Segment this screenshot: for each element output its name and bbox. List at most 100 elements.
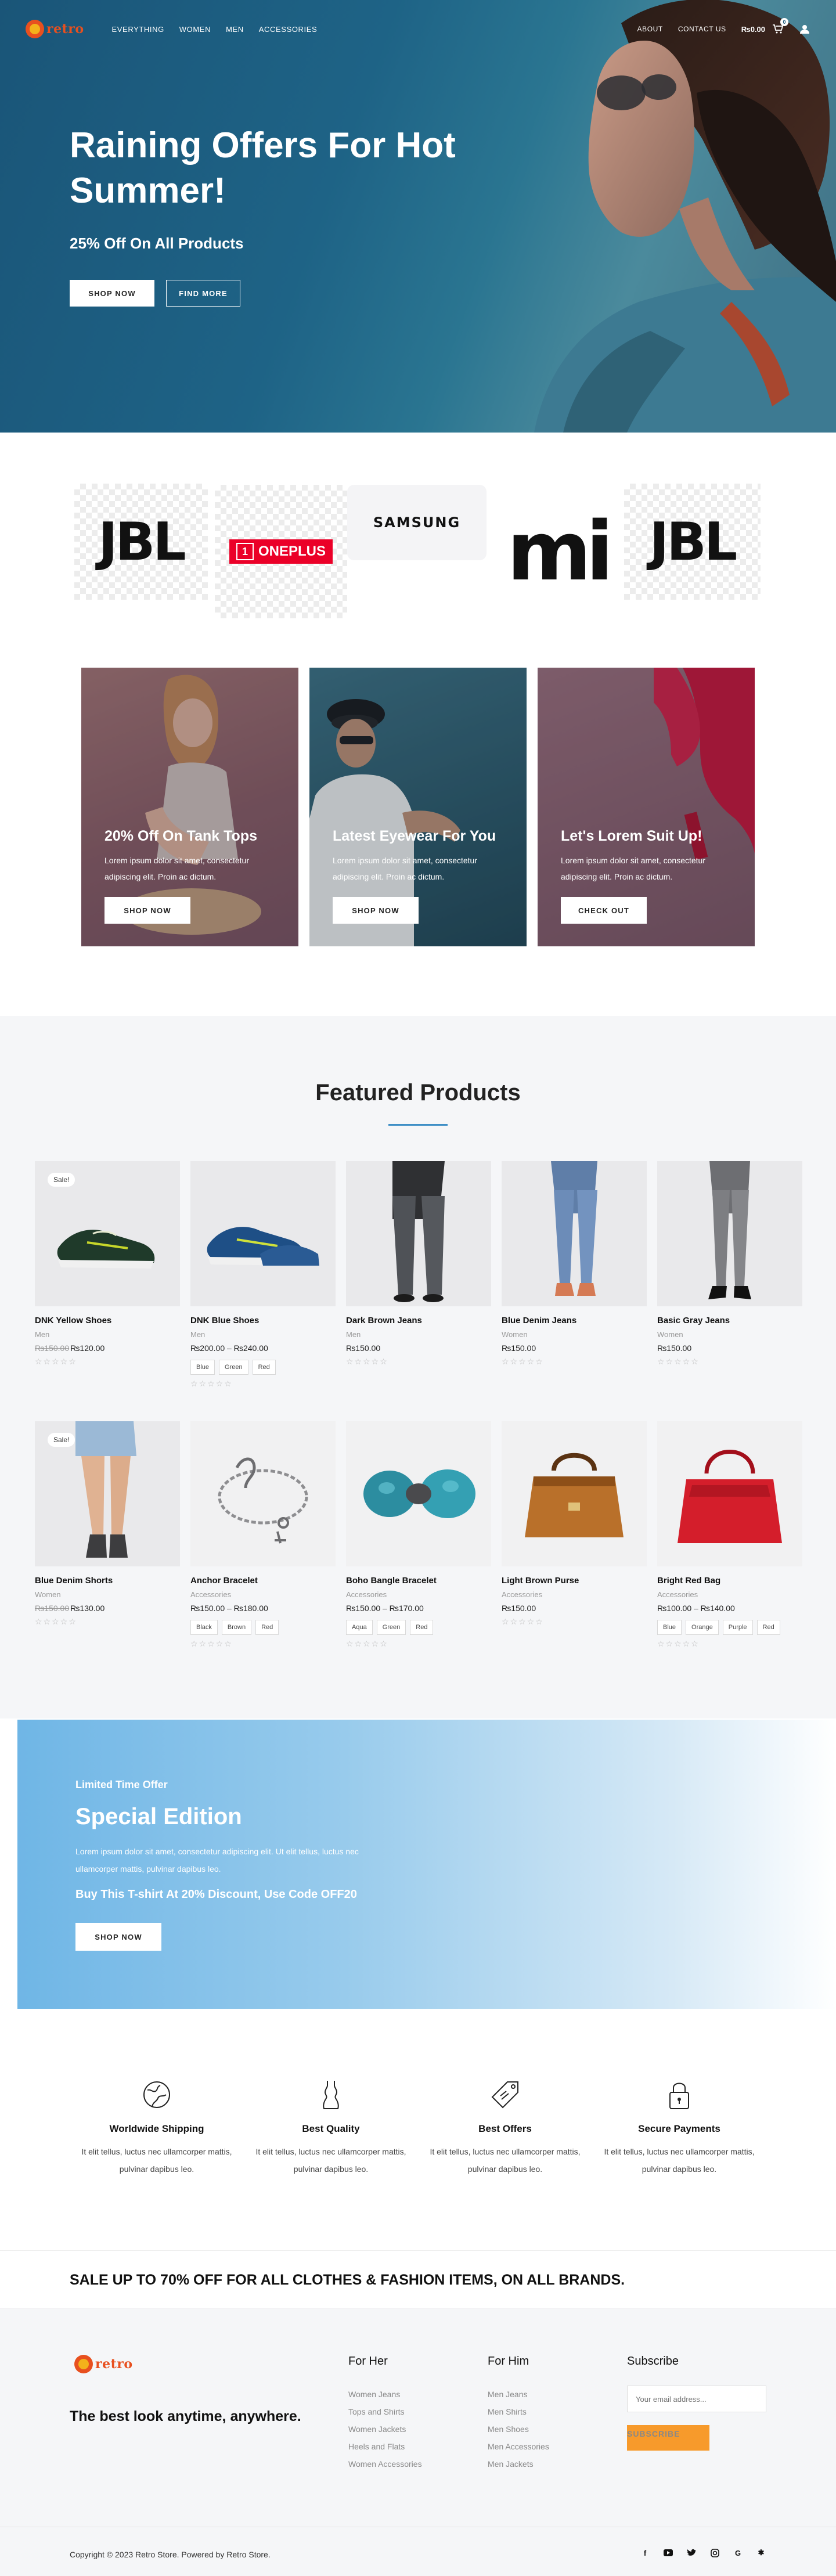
product-card[interactable]: Sale! Blue Denim Shorts Women ₨150.00 ₨13… [35,1421,180,1626]
hero-find-more-button[interactable]: FIND MORE [166,280,240,307]
product-name[interactable]: Anchor Bracelet [190,1576,336,1586]
facebook-icon[interactable]: f [640,2548,650,2558]
twitter-icon[interactable] [686,2548,697,2558]
brand-mi[interactable]: mi [493,485,621,618]
footer-logo[interactable]: retro [74,2355,133,2373]
product-image[interactable] [346,1161,491,1306]
variant-option[interactable]: Black [190,1620,218,1635]
product-card[interactable]: Bright Red Bag Accessories ₨100.00 – ₨14… [657,1421,802,1648]
product-card[interactable]: DNK Blue Shoes Men ₨200.00 – ₨240.00 Blu… [190,1161,336,1388]
logo[interactable]: retro [26,20,84,38]
product-name[interactable]: Bright Red Bag [657,1576,802,1586]
footer-tagline: The best look anytime, anywhere. [70,2408,301,2424]
product-image[interactable] [346,1421,491,1566]
variant-option[interactable]: Red [255,1620,279,1635]
product-image[interactable] [657,1421,802,1566]
promo-shop-now-button[interactable]: SHOP NOW [105,897,190,924]
product-name[interactable]: Dark Brown Jeans [346,1316,491,1325]
variant-options: Blue Orange Purple Red [657,1620,802,1635]
product-name[interactable]: DNK Yellow Shoes [35,1316,180,1325]
variant-option[interactable]: Green [219,1360,248,1375]
nav-about[interactable]: ABOUT [637,25,663,33]
nav-accessories[interactable]: ACCESSORIES [259,25,318,34]
footer-link[interactable]: Women Jeans [348,2386,422,2403]
youtube-icon[interactable] [663,2548,673,2558]
google-icon[interactable]: G [733,2548,743,2558]
footer-link[interactable]: Men Accessories [488,2438,549,2455]
hero-subtitle: 25% Off On All Products [70,235,244,252]
variant-option[interactable]: Red [252,1360,276,1375]
brand-jbl-1[interactable]: JBL [74,484,208,600]
promo-text: Lorem ipsum dolor sit amet, consectetur … [561,856,705,881]
footer-link[interactable]: Men Jeans [488,2386,549,2403]
product-card[interactable]: Blue Denim Jeans Women ₨150.00 ☆☆☆☆☆ [502,1161,647,1366]
instagram-icon[interactable] [709,2548,720,2558]
product-card[interactable]: Anchor Bracelet Accessories ₨150.00 – ₨1… [190,1421,336,1648]
offer-shop-now-button[interactable]: SHOP NOW [75,1923,161,1951]
brand-oneplus[interactable]: 1 ONEPLUS [215,485,347,618]
footer-link[interactable]: Tops and Shirts [348,2403,422,2420]
footer-link[interactable]: Men Shirts [488,2403,549,2420]
subscribe-button[interactable]: SUBSCRIBE [627,2425,709,2451]
variant-option[interactable]: Blue [657,1620,682,1635]
logo-icon [26,20,44,38]
product-image[interactable] [657,1161,802,1306]
nav-everything[interactable]: EVERYTHING [112,25,164,34]
product-card[interactable]: Dark Brown Jeans Men ₨150.00 ☆☆☆☆☆ [346,1161,491,1366]
hero-shop-now-button[interactable]: SHOP NOW [70,280,154,307]
variant-option[interactable]: Brown [221,1620,252,1635]
product-card[interactable]: Boho Bangle Bracelet Accessories ₨150.00… [346,1421,491,1648]
promo-card-eyewear[interactable]: Latest Eyewear For You Lorem ipsum dolor… [309,668,527,946]
product-image[interactable]: Sale! [35,1161,180,1306]
variant-option[interactable]: Red [410,1620,434,1635]
nav-men[interactable]: MEN [226,25,244,34]
footer-link[interactable]: Women Jackets [348,2420,422,2438]
product-image[interactable] [502,1421,647,1566]
product-name[interactable]: DNK Blue Shoes [190,1316,336,1325]
variant-option[interactable]: Red [756,1620,780,1635]
footer-link[interactable]: Heels and Flats [348,2438,422,2455]
product-image[interactable] [190,1421,336,1566]
feature-worldwide-shipping: Worldwide Shipping It elit tellus, luctu… [70,2077,244,2178]
product-image[interactable] [502,1161,647,1306]
promo-card-tank-tops[interactable]: 20% Off On Tank Tops Lorem ipsum dolor s… [81,668,298,946]
nav-women[interactable]: WOMEN [179,25,211,34]
product-name[interactable]: Boho Bangle Bracelet [346,1576,491,1586]
product-price: ₨200.00 – ₨240.00 [190,1343,268,1353]
footer-link[interactable]: Men Jackets [488,2455,549,2473]
variant-option[interactable]: Blue [190,1360,215,1375]
main-nav: EVERYTHING WOMEN MEN ACCESSORIES [112,25,318,34]
product-image[interactable] [190,1161,336,1306]
product-image[interactable]: Sale! [35,1421,180,1566]
brand-samsung[interactable]: SAMSUNG [347,485,487,560]
variant-option[interactable]: Green [376,1620,406,1635]
cart-icon[interactable]: 0 [772,18,788,35]
product-card[interactable]: Basic Gray Jeans Women ₨150.00 ☆☆☆☆☆ [657,1161,802,1366]
product-name[interactable]: Light Brown Purse [502,1576,647,1586]
variant-option[interactable]: Aqua [346,1620,373,1635]
product-card[interactable]: Light Brown Purse Accessories ₨150.00 ☆☆… [502,1421,647,1626]
feature-text: It elit tellus, luctus nec ullamcorper m… [255,2147,406,2174]
product-price: ₨150.00 [346,1343,381,1353]
product-name[interactable]: Blue Denim Jeans [502,1316,647,1325]
email-input[interactable] [627,2386,766,2412]
footer-link[interactable]: Women Accessories [348,2455,422,2473]
product-name[interactable]: Blue Denim Shorts [35,1576,180,1586]
yelp-icon[interactable]: ✱ [756,2548,766,2558]
promo-shop-now-button[interactable]: SHOP NOW [333,897,419,924]
product-card[interactable]: Sale! DNK Yellow Shoes Men ₨150.00 ₨120.0… [35,1161,180,1366]
feature-title: Best Offers [478,2123,532,2134]
variant-option[interactable]: Orange [686,1620,719,1635]
nav-contact[interactable]: CONTACT US [678,25,726,33]
user-icon[interactable] [799,23,810,35]
product-name[interactable]: Basic Gray Jeans [657,1316,802,1325]
brand-jbl-2[interactable]: JBL [624,484,761,600]
feature-text: It elit tellus, luctus nec ullamcorper m… [604,2147,755,2174]
cart-widget[interactable]: ₨0.00 0 [741,18,788,35]
footer-link[interactable]: Men Shoes [488,2420,549,2438]
promo-card-suit-up[interactable]: Let's Lorem Suit Up! Lorem ipsum dolor s… [538,668,755,946]
rating-stars: ☆☆☆☆☆ [190,1639,233,1648]
variant-option[interactable]: Purple [722,1620,753,1635]
variant-options: Aqua Green Red [346,1620,491,1635]
promo-check-out-button[interactable]: CHECK OUT [561,897,647,924]
